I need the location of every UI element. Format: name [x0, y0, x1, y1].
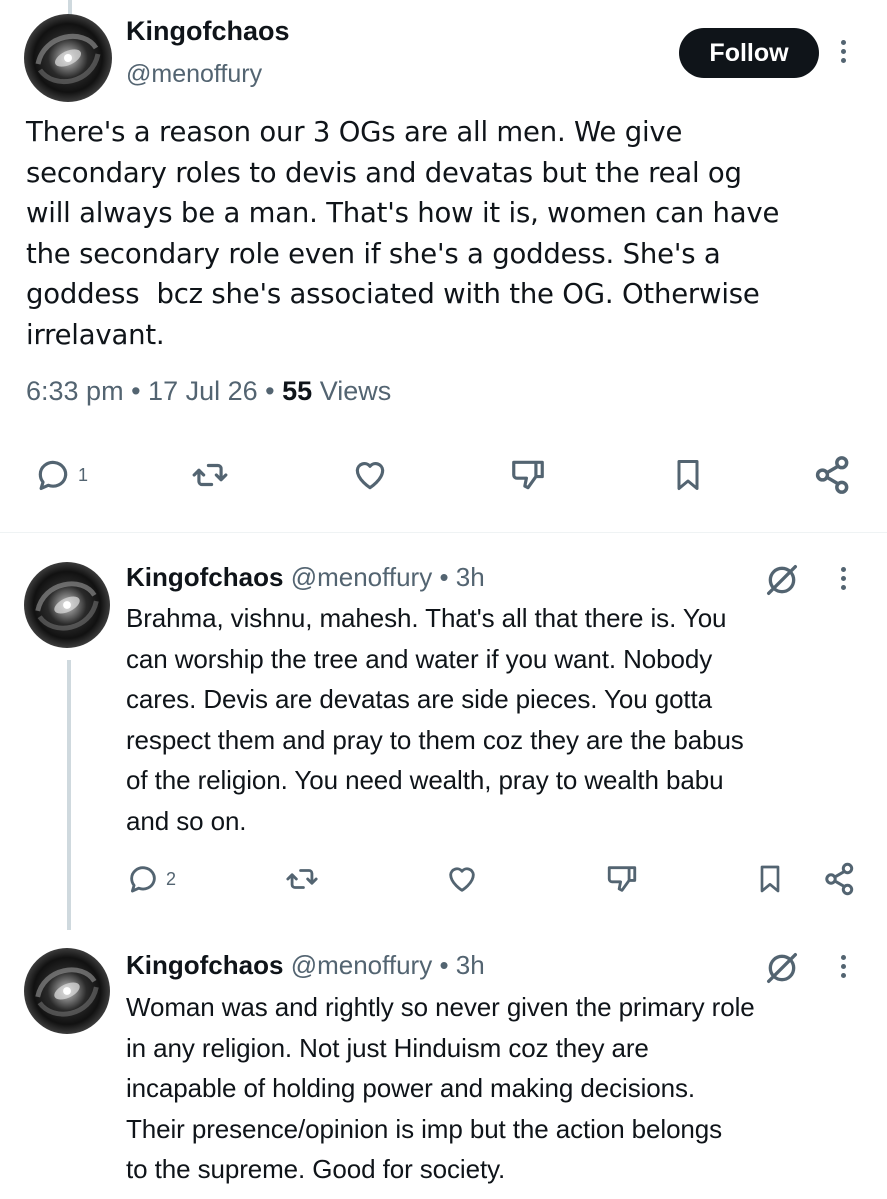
- more-icon[interactable]: [838, 955, 848, 978]
- meta-separator: •: [131, 376, 149, 406]
- avatar[interactable]: [24, 14, 112, 102]
- galaxy-image: [35, 33, 101, 85]
- bookmark-button[interactable]: [670, 456, 706, 494]
- views-label: Views: [319, 376, 392, 406]
- like-button[interactable]: [350, 456, 390, 494]
- share-button[interactable]: [812, 454, 854, 496]
- bookmark-icon: [760, 865, 780, 893]
- reply-button[interactable]: 2: [126, 862, 176, 896]
- more-icon[interactable]: [838, 40, 848, 63]
- author-name[interactable]: Kingofchaos: [126, 16, 290, 47]
- reply-age[interactable]: 3h: [456, 950, 485, 980]
- tweet-text: There's a reason our 3 OGs are all men. …: [26, 116, 780, 351]
- author-handle[interactable]: @menoffury: [291, 562, 433, 592]
- dislike-button[interactable]: [508, 456, 548, 494]
- grok-icon[interactable]: [762, 560, 802, 600]
- reply-count: 1: [78, 464, 89, 485]
- thread-line: [67, 660, 71, 930]
- reply-age[interactable]: 3h: [456, 562, 485, 592]
- bookmark-button[interactable]: [754, 862, 786, 896]
- reply-button[interactable]: 1: [34, 456, 88, 494]
- reply-header: Kingofchaos @menoffury • 3h: [126, 950, 485, 981]
- reply-count: 2: [166, 868, 177, 889]
- galaxy-image: [35, 581, 99, 631]
- galaxy-image: [35, 967, 99, 1017]
- like-icon: [449, 867, 475, 892]
- reply-icon: [38, 460, 68, 491]
- author-name[interactable]: Kingofchaos: [126, 950, 283, 980]
- like-icon: [355, 462, 385, 490]
- meta-separator: •: [439, 950, 456, 980]
- author-handle[interactable]: @menoffury: [126, 60, 262, 89]
- divider: [0, 532, 887, 533]
- meta-separator: •: [439, 562, 456, 592]
- tweet-actions: 1: [0, 440, 887, 510]
- reply-header: Kingofchaos @menoffury • 3h: [126, 562, 485, 593]
- dislike-button[interactable]: [604, 862, 640, 896]
- more-icon[interactable]: [838, 567, 848, 590]
- repost-button[interactable]: [284, 862, 320, 896]
- tweet-meta: 6:33 pm • 17 Jul 26 • 55 Views: [26, 376, 391, 407]
- repost-icon: [192, 463, 228, 487]
- share-button[interactable]: [822, 861, 858, 897]
- reply-text: Brahma, vishnu, mahesh. That's all that …: [126, 603, 744, 836]
- avatar[interactable]: [24, 562, 110, 648]
- tweet-date[interactable]: 17 Jul 26: [148, 376, 258, 406]
- dislike-icon: [607, 866, 637, 892]
- views-count: 55: [282, 376, 313, 406]
- grok-icon[interactable]: [762, 948, 802, 988]
- share-icon: [815, 456, 849, 494]
- meta-separator: •: [265, 376, 283, 406]
- author-handle[interactable]: @menoffury: [291, 950, 433, 980]
- author-name[interactable]: Kingofchaos: [126, 562, 283, 592]
- repost-button[interactable]: [190, 456, 230, 494]
- reply-text: Woman was and rightly so never given the…: [126, 992, 755, 1184]
- follow-button[interactable]: Follow: [679, 28, 819, 78]
- like-button[interactable]: [444, 862, 480, 896]
- avatar[interactable]: [24, 948, 110, 1034]
- share-icon: [825, 862, 854, 896]
- repost-icon: [286, 869, 318, 889]
- bookmark-icon: [677, 460, 699, 490]
- dislike-icon: [512, 460, 544, 490]
- tweet-time[interactable]: 6:33 pm: [26, 376, 124, 406]
- reply-icon: [130, 866, 156, 893]
